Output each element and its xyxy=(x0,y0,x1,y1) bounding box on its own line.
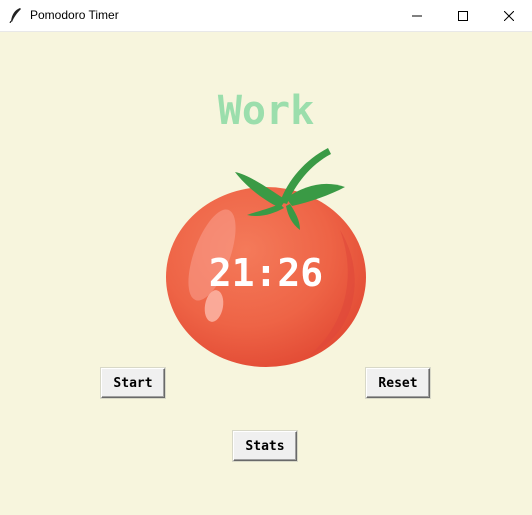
close-icon xyxy=(504,10,514,21)
maximize-icon xyxy=(458,10,468,21)
maximize-button[interactable] xyxy=(440,0,486,31)
minimize-button[interactable] xyxy=(394,0,440,31)
start-button[interactable]: Start xyxy=(101,368,165,398)
title-bar: Pomodoro Timer xyxy=(0,0,532,32)
timer-heading: Work xyxy=(217,88,315,134)
window-title: Pomodoro Timer xyxy=(30,8,119,22)
stats-button[interactable]: Stats xyxy=(233,431,297,461)
countdown-timer: 21:26 xyxy=(208,251,324,295)
reset-button[interactable]: Reset xyxy=(366,368,430,398)
feather-icon xyxy=(9,7,23,24)
close-button[interactable] xyxy=(486,0,532,31)
minimize-icon xyxy=(412,11,422,21)
